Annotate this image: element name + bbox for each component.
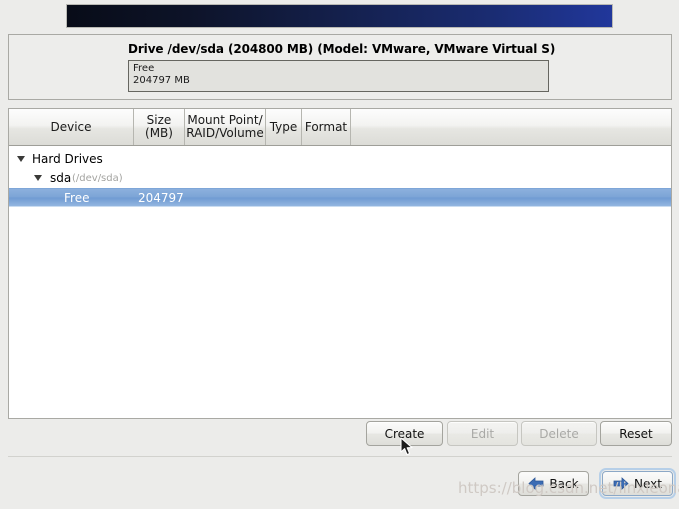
drive-segment-label: Free [133,63,155,74]
delete-button-label: Delete [539,426,579,441]
delete-button: Delete [521,421,597,446]
table-row-hard-drives[interactable]: Hard Drives [9,150,671,169]
back-button[interactable]: Back [518,471,589,496]
column-header-format[interactable]: Format [302,109,351,145]
installer-banner [66,4,613,28]
mouse-cursor [400,437,414,457]
column-header-size-line2: (MB) [145,126,173,140]
column-header-type-label: Type [269,119,298,134]
edit-button-label: Edit [470,426,495,441]
device-table-rows: Hard Drives sda (/dev/sda) Free 204797 [9,150,671,207]
device-table-header: Device Size (MB) Mount Point/ RAID/Volum… [9,109,671,146]
device-list-frame[interactable]: Device Size (MB) Mount Point/ RAID/Volum… [8,108,672,419]
divider [8,456,672,457]
column-header-mountpoint-line2: RAID/Volume [186,126,264,140]
table-row-label: Hard Drives [32,152,103,166]
edit-button: Edit [447,421,518,446]
column-header-size[interactable]: Size (MB) [134,109,185,145]
drive-title: Drive /dev/sda (204800 MB) (Model: VMwar… [128,42,556,56]
column-header-mountpoint[interactable]: Mount Point/ RAID/Volume [185,109,266,145]
back-button-label: Back [549,476,579,491]
table-row-device-path: (/dev/sda) [72,173,123,184]
next-button-label: Next [634,476,662,491]
table-row-label: Free [64,191,90,205]
next-button[interactable]: Next [599,468,676,499]
chevron-down-icon[interactable] [34,175,42,181]
arrow-left-icon [528,477,544,490]
table-row-sda[interactable]: sda (/dev/sda) [9,169,671,188]
reset-button[interactable]: Reset [600,421,672,446]
partition-action-buttons: Create Edit Delete Reset [0,421,679,453]
table-row-label: sda [50,171,72,185]
column-header-format-label: Format [304,119,348,134]
column-header-device-label: Device [50,119,92,134]
drive-usage-bar[interactable]: Free 204797 MB [128,60,549,92]
column-header-type[interactable]: Type [266,109,302,145]
table-row-free[interactable]: Free 204797 [9,188,671,207]
reset-button-label: Reset [619,426,653,441]
banner-area [0,0,679,34]
wizard-navigation: Back Next [0,468,679,500]
arrow-right-icon [613,477,629,490]
drive-segment-size: 204797 MB [133,75,190,86]
table-row-size: 204797 [138,191,184,205]
chevron-down-icon[interactable] [17,156,25,162]
drive-summary-panel: Drive /dev/sda (204800 MB) (Model: VMwar… [8,34,672,100]
column-header-spacer [351,109,671,145]
column-header-device[interactable]: Device [9,109,134,145]
